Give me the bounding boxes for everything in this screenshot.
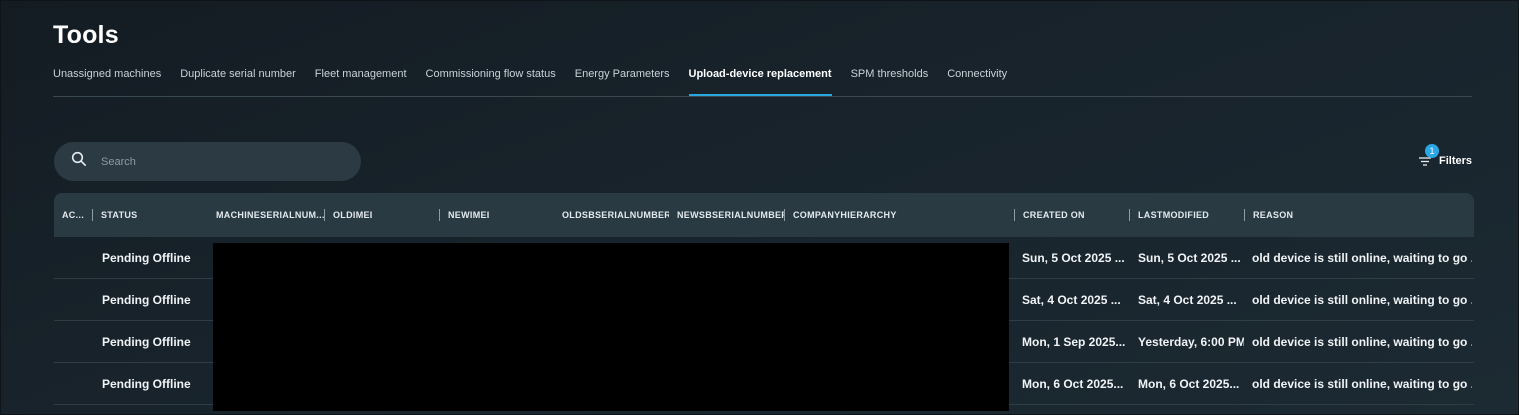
reason-cell: old device is still online, waiting to g…	[1252, 377, 1472, 391]
filter-count-badge: 1	[1424, 144, 1439, 158]
filters-button[interactable]: 1 Filters	[1417, 144, 1472, 173]
page-title: Tools	[53, 21, 119, 49]
column-header-old-sb-serial[interactable]: OLDSBSERIALNUMBER	[554, 193, 669, 237]
tab-upload-device-replacement[interactable]: Upload-device replacement	[688, 61, 832, 96]
column-header-last-modified[interactable]: LASTMODIFIED	[1129, 193, 1244, 237]
created-cell: Sat, 4 Oct 2025 ...	[1022, 293, 1121, 307]
column-header-company-hierarchy[interactable]: COMPANYHIERARCHY	[784, 193, 1014, 237]
reason-cell: old device is still online, waiting to g…	[1252, 293, 1472, 307]
tab-connectivity[interactable]: Connectivity	[947, 61, 1007, 97]
reason-cell: old device is still online, waiting to g…	[1252, 335, 1472, 349]
reason-cell: old device is still online, waiting to g…	[1252, 251, 1472, 265]
tab-fleet-management[interactable]: Fleet management	[315, 61, 407, 97]
status-cell: Pending Offline	[102, 377, 191, 391]
column-header-reason[interactable]: REASON	[1244, 193, 1469, 237]
tab-energy-parameters[interactable]: Energy Parameters	[575, 61, 670, 97]
modified-cell: Sun, 5 Oct 2025 ...	[1138, 251, 1241, 265]
tab-spm-thresholds[interactable]: SPM thresholds	[851, 61, 929, 97]
search-input[interactable]	[101, 155, 331, 168]
modified-cell: Mon, 6 Oct 2025...	[1138, 377, 1240, 391]
status-cell: Pending Offline	[102, 251, 191, 265]
tab-bar: Unassigned machines Duplicate serial num…	[53, 61, 1472, 97]
status-cell: Pending Offline	[102, 293, 191, 307]
filters-label: Filters	[1438, 155, 1472, 167]
created-cell: Sun, 5 Oct 2025 ...	[1022, 251, 1125, 265]
replacement-table: AC... STATUS MACHINESERIALNUM... OLDIMEI…	[54, 193, 1474, 411]
column-header-machine-serial[interactable]: MACHINESERIALNUM...	[208, 193, 324, 237]
column-header-old-imei[interactable]: OLDIMEI	[324, 193, 439, 237]
redacted-region	[213, 243, 1009, 411]
modified-cell: Sat, 4 Oct 2025 ...	[1138, 293, 1237, 307]
created-cell: Mon, 6 Oct 2025...	[1022, 377, 1124, 391]
table-header: AC... STATUS MACHINESERIALNUM... OLDIMEI…	[54, 193, 1474, 237]
column-header-new-imei[interactable]: NEWIMEI	[439, 193, 554, 237]
status-cell: Pending Offline	[102, 335, 191, 349]
modified-cell: Yesterday, 6:00 PM	[1138, 335, 1244, 349]
created-cell: Mon, 1 Sep 2025...	[1022, 335, 1126, 349]
column-header-new-sb-serial[interactable]: NEWSBSERIALNUMBER	[669, 193, 784, 237]
search-bar[interactable]	[54, 142, 361, 181]
tab-commissioning-flow-status[interactable]: Commissioning flow status	[426, 61, 556, 97]
tab-unassigned-machines[interactable]: Unassigned machines	[53, 61, 161, 97]
tab-duplicate-serial-number[interactable]: Duplicate serial number	[180, 61, 296, 97]
column-header-created-on[interactable]: CREATED ON	[1014, 193, 1129, 237]
column-header-status[interactable]: STATUS	[92, 193, 208, 237]
column-header-actions[interactable]: AC...	[62, 193, 92, 237]
search-icon	[71, 151, 87, 172]
filter-icon: 1	[1417, 144, 1439, 169]
